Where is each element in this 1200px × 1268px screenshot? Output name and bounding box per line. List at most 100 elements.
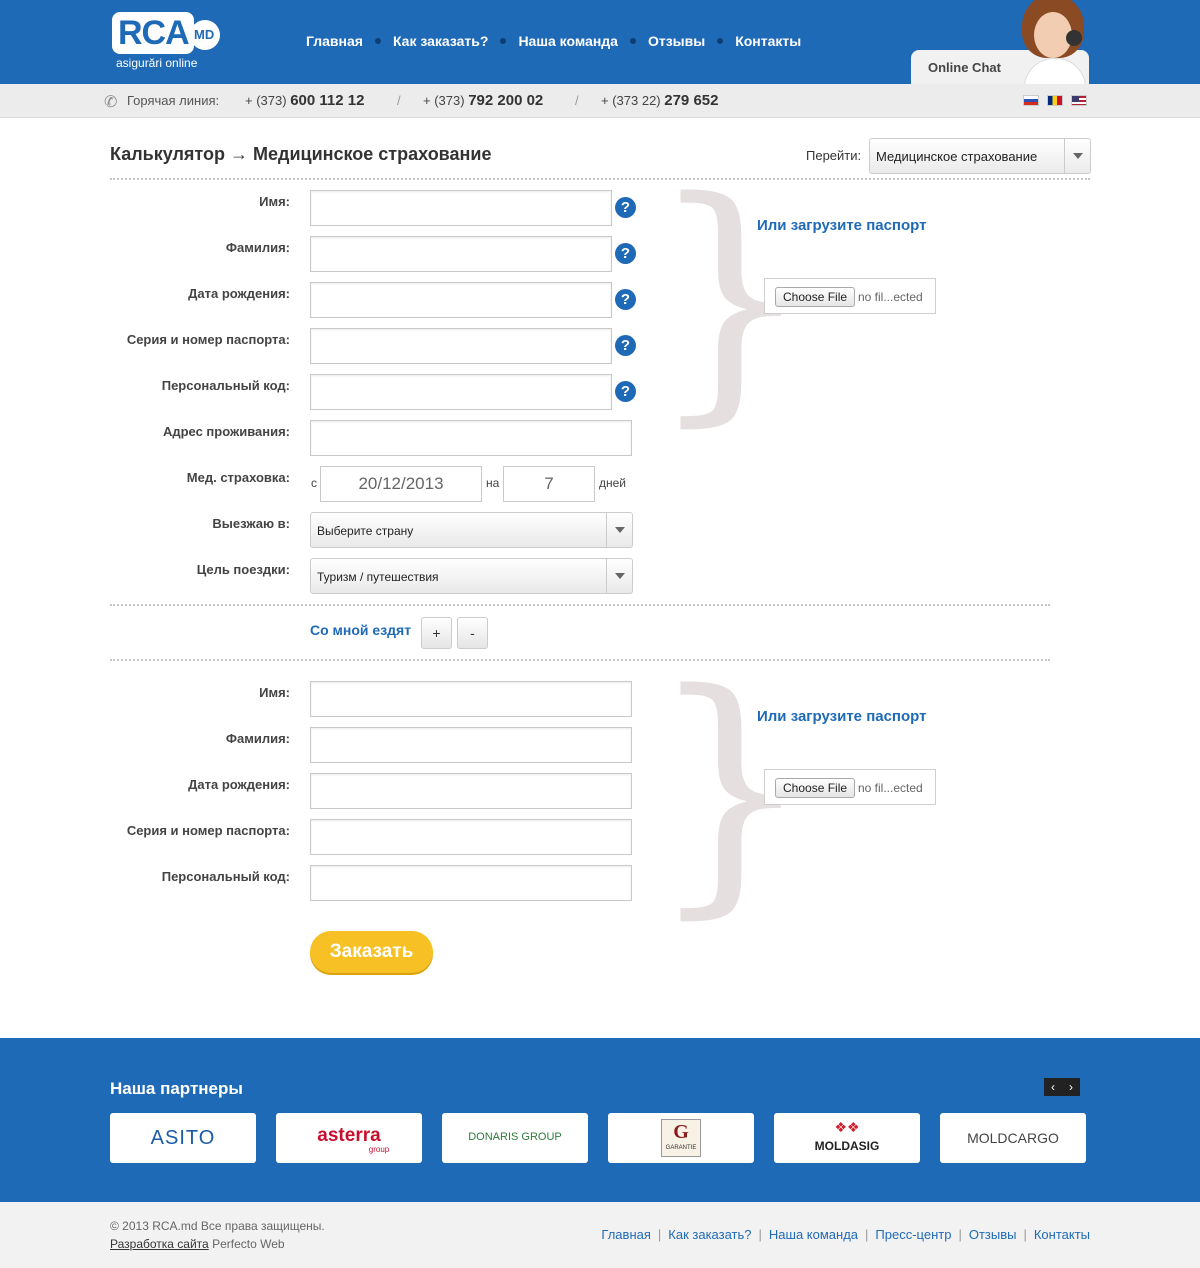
nav-separator	[374, 38, 381, 44]
partner-name: DONARIS GROUP	[468, 1131, 562, 1143]
flag-ru-icon[interactable]	[1023, 95, 1039, 106]
hotline-phone-1[interactable]: + (373) 600 112 12	[245, 92, 364, 109]
main-nav: Главная Как заказать? Наша команда Отзыв…	[306, 33, 801, 49]
hotline-bar: ✆ Горячая линия: + (373) 600 112 12 / + …	[0, 84, 1200, 118]
companion-passport-label: Серия и номер паспорта:	[126, 823, 290, 838]
goto-select[interactable]: Медицинское страхование	[869, 138, 1091, 174]
companion-birthdate-label: Дата рождения:	[188, 777, 290, 792]
site-footer: © 2013 RCA.md Все права защищены. Разраб…	[0, 1202, 1200, 1268]
logo-badge-text: MD	[194, 27, 215, 42]
partner-logo-asito[interactable]: ASITO	[110, 1113, 256, 1163]
name-input[interactable]	[310, 190, 612, 226]
logo-badge: MD	[190, 20, 220, 50]
passport-input[interactable]	[310, 328, 612, 364]
partners-title: Наша партнеры	[110, 1079, 243, 1098]
partner-name: G	[673, 1121, 689, 1143]
phone-code: + (373)	[423, 93, 465, 108]
name-label: Имя:	[259, 194, 290, 209]
order-button[interactable]: Заказать	[310, 931, 433, 973]
divider	[110, 604, 1050, 606]
phone-code: + (373)	[245, 93, 287, 108]
partner-logo-moldasig[interactable]: ❖❖ MOLDASIG	[774, 1113, 920, 1163]
partners-next-button[interactable]: ›	[1062, 1078, 1080, 1096]
footer-link-reviews[interactable]: Отзывы	[969, 1227, 1017, 1242]
footer-separator: |	[1023, 1227, 1027, 1242]
nav-home[interactable]: Главная	[306, 33, 363, 49]
upload-passport-title: Или загрузите паспорт	[757, 217, 927, 234]
companion-birthdate-input[interactable]	[310, 773, 632, 809]
flag-en-icon[interactable]	[1071, 95, 1087, 106]
divider	[110, 178, 1090, 180]
nav-reviews[interactable]: Отзывы	[648, 33, 705, 49]
help-icon[interactable]: ?	[615, 243, 636, 264]
footer-link-how-to-order[interactable]: Как заказать?	[668, 1227, 751, 1242]
goto-label: Перейти:	[806, 148, 862, 163]
companion-passport-file-upload: Choose File no fil...ected	[764, 769, 936, 805]
footer-link-press[interactable]: Пресс-центр	[875, 1227, 951, 1242]
footer-nav: Главная | Как заказать? | Наша команда |…	[601, 1227, 1090, 1242]
partner-logo-moldcargo[interactable]: MOLDCARGO	[940, 1113, 1086, 1163]
hotline-phone-3[interactable]: + (373 22) 279 652	[601, 92, 718, 109]
start-date-input[interactable]: 20/12/2013	[320, 466, 482, 502]
partner-name-sub: GARANTIE	[665, 1145, 697, 1151]
headset-icon	[1066, 30, 1082, 46]
choose-file-button[interactable]: Choose File	[775, 287, 856, 307]
personal-code-input[interactable]	[310, 374, 612, 410]
days-input[interactable]: 7	[503, 466, 595, 502]
remove-companion-button[interactable]: -	[457, 617, 488, 649]
footer-separator: |	[865, 1227, 869, 1242]
partner-logo-asterra[interactable]: asterra group	[276, 1113, 422, 1163]
flag-ro-icon[interactable]	[1047, 95, 1063, 106]
purpose-select-value: Туризм / путешествия	[317, 570, 439, 584]
companion-name-label: Имя:	[259, 685, 290, 700]
help-icon[interactable]: ?	[615, 289, 636, 310]
nav-contacts[interactable]: Контакты	[735, 33, 801, 49]
hotline-label: Горячая линия:	[127, 93, 220, 108]
footer-separator: |	[758, 1227, 762, 1242]
goto-select-value: Медицинское страхование	[876, 149, 1038, 164]
phone-separator: /	[575, 93, 579, 108]
help-icon[interactable]: ?	[615, 197, 636, 218]
logo-text: RCA	[118, 14, 190, 52]
companions-label: Со мной ездят	[310, 622, 412, 638]
purpose-select[interactable]: Туризм / путешествия	[310, 558, 633, 594]
partners-section: Наша партнеры ‹ › ASITO asterra group DO…	[0, 1038, 1200, 1202]
partners-prev-button[interactable]: ‹	[1044, 1078, 1062, 1096]
copyright: © 2013 RCA.md Все права защищены.	[110, 1219, 325, 1233]
surname-input[interactable]	[310, 236, 612, 272]
file-status: no fil...ected	[858, 781, 923, 795]
address-input[interactable]	[310, 420, 632, 456]
companion-passport-input[interactable]	[310, 819, 632, 855]
nav-how-to-order[interactable]: Как заказать?	[393, 33, 489, 49]
help-icon[interactable]: ?	[615, 335, 636, 356]
footer-link-team[interactable]: Наша команда	[769, 1227, 858, 1242]
partner-logo-garantie[interactable]: G GARANTIE	[608, 1113, 754, 1163]
phone-number: 279 652	[664, 92, 719, 109]
birthdate-input[interactable]	[310, 282, 612, 318]
partner-logo-donaris[interactable]: DONARIS GROUP	[442, 1113, 588, 1163]
companion-name-input[interactable]	[310, 681, 632, 717]
companion-surname-label: Фамилия:	[225, 731, 290, 746]
developer-link[interactable]: Разработка сайта	[110, 1237, 209, 1251]
nav-team[interactable]: Наша команда	[518, 33, 618, 49]
choose-file-button[interactable]: Choose File	[775, 778, 856, 798]
passport-file-upload: Choose File no fil...ected	[764, 278, 936, 314]
footer-link-contacts[interactable]: Контакты	[1034, 1227, 1090, 1242]
help-icon[interactable]: ?	[615, 381, 636, 402]
page-title: Калькулятор → Медицинское страхование	[110, 144, 492, 164]
hotline-phone-2[interactable]: + (373) 792 200 02	[423, 92, 543, 109]
nav-separator	[717, 38, 724, 44]
personal-code-label: Персональный код:	[161, 378, 290, 393]
footer-link-home[interactable]: Главная	[601, 1227, 650, 1242]
chat-operator-image[interactable]	[1018, 0, 1090, 84]
companion-personal-code-input[interactable]	[310, 865, 632, 901]
country-select[interactable]: Выберите страну	[310, 512, 633, 548]
partner-name: ASITO	[150, 1127, 216, 1149]
companion-surname-input[interactable]	[310, 727, 632, 763]
add-companion-button[interactable]: +	[421, 617, 452, 649]
moldasig-emblem: ❖❖	[834, 1119, 860, 1135]
on-label: на	[486, 476, 500, 490]
chevron-down-icon	[606, 513, 632, 547]
surname-label: Фамилия:	[225, 240, 290, 255]
nav-separator	[500, 38, 507, 44]
